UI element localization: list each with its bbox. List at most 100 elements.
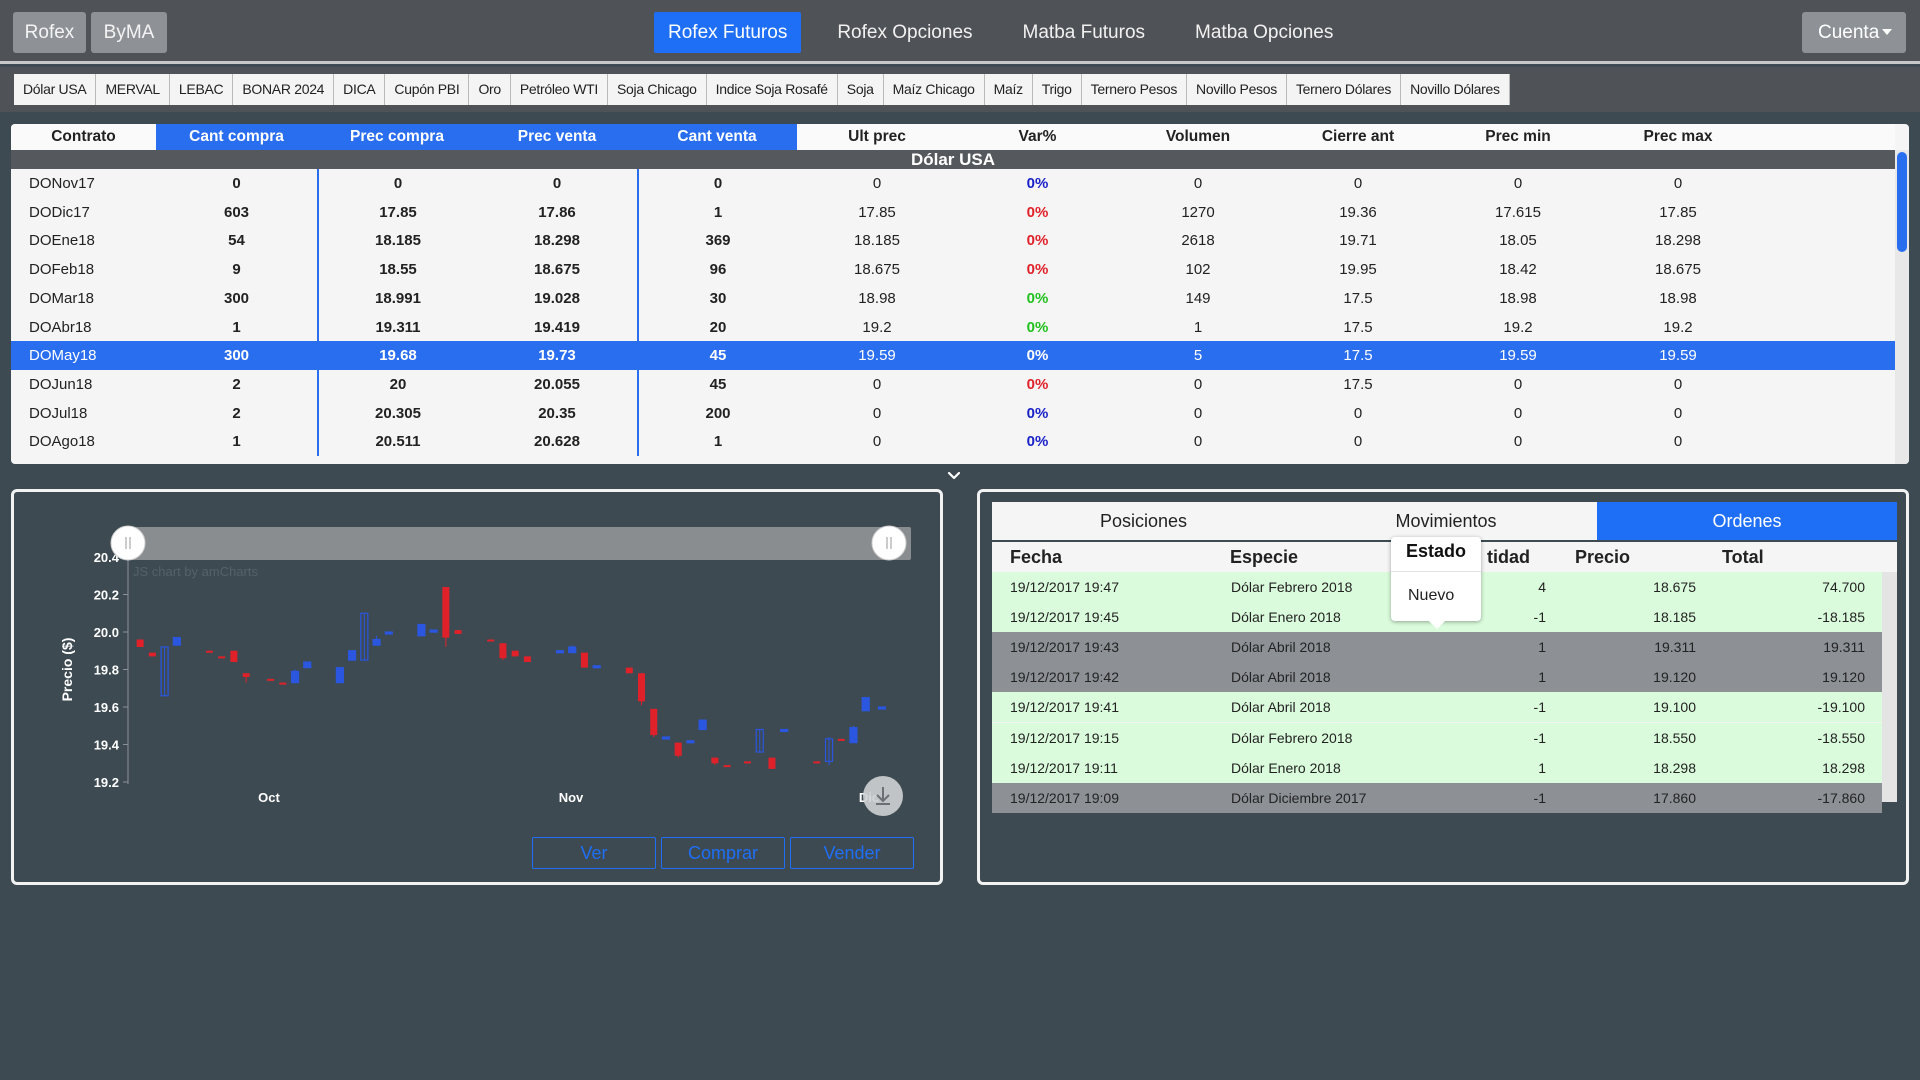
table-row[interactable]: DOEne18 54 18.185 18.298 369 18.185 0% 2618 19.7… (11, 226, 1895, 256)
order-row[interactable]: 19/12/2017 19:42 Dólar Abril 2018 1 19.120 1… (992, 662, 1882, 693)
orders-column-header[interactable]: Precio (1575, 542, 1630, 572)
instrument-tab[interactable]: Oro (469, 74, 511, 105)
instrument-tab[interactable]: LEBAC (170, 74, 234, 105)
vender-button[interactable]: Vender (790, 837, 914, 869)
candle-body[interactable] (218, 656, 226, 659)
candle-body[interactable] (877, 706, 887, 710)
candle-body[interactable] (372, 638, 381, 646)
column-header[interactable]: Prec venta (477, 124, 637, 150)
candle-body[interactable] (837, 738, 845, 741)
tab-posiciones[interactable]: Posiciones (992, 502, 1295, 540)
tab-movimientos[interactable]: Movimientos (1295, 502, 1597, 540)
chart-credit[interactable]: JS chart by amCharts (133, 564, 258, 579)
orders-column-header[interactable]: Especie (1230, 542, 1298, 572)
orders-column-header[interactable]: tidad (1487, 542, 1530, 572)
range-handle-right[interactable] (871, 525, 907, 561)
column-header[interactable]: Volumen (1118, 124, 1278, 150)
instrument-tab[interactable]: Dólar USA (14, 74, 97, 105)
instrument-tab[interactable]: Petróleo WTI (511, 74, 608, 105)
market-button-byma[interactable]: ByMA (91, 12, 167, 53)
instrument-tab[interactable]: Soja Chicago (608, 74, 707, 105)
candle-body[interactable] (780, 728, 789, 733)
candle-body[interactable] (279, 682, 287, 685)
export-button[interactable] (863, 776, 903, 816)
candle-body[interactable] (511, 650, 519, 657)
table-row[interactable]: DOAbr18 1 19.311 19.419 20 19.2 0% 1 17.5 19.2 19.… (11, 312, 1895, 342)
candle-body[interactable] (290, 670, 300, 684)
candle-body[interactable] (335, 667, 344, 684)
candle-body[interactable] (768, 757, 776, 769)
table-scrollbar-thumb[interactable] (1897, 152, 1907, 252)
candle-body[interactable] (625, 667, 633, 674)
candle-body[interactable] (861, 697, 870, 712)
instrument-tab[interactable]: Ternero Dólares (1287, 74, 1402, 105)
order-row[interactable]: 19/12/2017 19:15 Dólar Febrero 2018 -1 18.5… (992, 722, 1882, 753)
candle-body[interactable] (148, 652, 156, 657)
range-scrollbar[interactable] (128, 527, 911, 560)
orders-scrollbar[interactable] (1882, 572, 1897, 802)
column-header[interactable]: Contrato (11, 124, 156, 150)
candle-body[interactable] (136, 639, 144, 648)
candle-body[interactable] (384, 631, 393, 635)
candle-body[interactable] (650, 708, 658, 736)
candle-body[interactable] (686, 740, 695, 744)
candle-body[interactable] (723, 765, 731, 768)
candle-body[interactable] (698, 719, 707, 731)
nav-link-matba-futuros[interactable]: Matba Futuros (1009, 12, 1160, 53)
order-row[interactable]: 19/12/2017 19:09 Dólar Diciembre 2017 -1 17… (992, 782, 1882, 813)
table-row[interactable]: DOAgo18 1 20.511 20.628 1 0 0% 0 0 0 0 (11, 427, 1895, 457)
instrument-tab[interactable]: Trigo (1033, 74, 1082, 105)
ver-button[interactable]: Ver (532, 837, 656, 869)
column-header[interactable]: Var% (957, 124, 1118, 150)
table-row[interactable]: DOMar18 300 18.991 19.028 30 18.98 0% 149 17.5 18… (11, 283, 1895, 313)
range-handle-left[interactable] (110, 525, 146, 561)
candle-body[interactable] (711, 757, 719, 764)
nav-link-matba-opciones[interactable]: Matba Opciones (1181, 12, 1347, 53)
instrument-tab[interactable]: MERVAL (96, 74, 170, 105)
nav-link-rofex-futuros[interactable]: Rofex Futuros (654, 12, 802, 53)
candle-body[interactable] (230, 650, 238, 662)
candle-body[interactable] (568, 646, 577, 654)
instrument-tab[interactable]: BONAR 2024 (233, 74, 335, 105)
market-button-rofex[interactable]: Rofex (13, 12, 86, 53)
candle-body[interactable] (242, 673, 250, 677)
candle-body[interactable] (555, 650, 565, 654)
instrument-tab[interactable]: Maíz Chicago (884, 74, 985, 105)
candle-body[interactable] (592, 665, 601, 669)
table-row[interactable]: DOMay18 300 19.68 19.73 45 19.59 0% 5 17.5 19.59 1… (11, 341, 1895, 371)
instrument-tab[interactable]: Ternero Pesos (1082, 74, 1188, 105)
order-row[interactable]: 19/12/2017 19:43 Dólar Abril 2018 1 19.311 1… (992, 632, 1882, 663)
candle-body[interactable] (267, 678, 275, 681)
table-row[interactable]: DOJul18 2 20.305 20.35 200 0 0% 0 0 0 0 (11, 398, 1895, 428)
candle-body[interactable] (523, 656, 531, 662)
candle-body[interactable] (442, 587, 450, 638)
column-header[interactable]: Cant venta (637, 124, 797, 150)
candle-body[interactable] (813, 761, 821, 764)
candle-body[interactable] (487, 639, 495, 642)
candle-body[interactable] (205, 650, 213, 653)
column-header[interactable]: Prec compra (317, 124, 477, 150)
tab-ordenes[interactable]: Ordenes (1597, 502, 1897, 540)
column-header[interactable]: Prec min (1438, 124, 1598, 150)
candle-body[interactable] (172, 637, 181, 646)
candle-body[interactable] (348, 650, 357, 661)
instrument-tab[interactable]: DICA (334, 74, 386, 105)
candle-body[interactable] (743, 761, 751, 764)
account-dropdown-button[interactable]: Cuenta (1802, 12, 1906, 53)
chevron-down-icon[interactable] (946, 468, 962, 484)
column-header[interactable]: Cant compra (156, 124, 317, 150)
candle-body[interactable] (499, 643, 507, 659)
column-header[interactable]: Ult prec (797, 124, 957, 150)
instrument-tab[interactable]: Novillo Pesos (1187, 74, 1287, 105)
candle-body[interactable] (417, 623, 426, 637)
column-header[interactable]: Cierre ant (1278, 124, 1438, 150)
orders-column-header[interactable]: Total (1722, 542, 1764, 572)
candle-body[interactable] (429, 629, 438, 633)
candle-body[interactable] (674, 742, 682, 756)
candle-body[interactable] (454, 630, 462, 634)
candle-body[interactable] (638, 673, 646, 702)
candle-body[interactable] (661, 736, 671, 740)
instrument-tab[interactable]: Maíz (985, 74, 1033, 105)
table-row[interactable]: DONov17 0 0 0 0 0 0% 0 0 0 0 (11, 169, 1895, 198)
order-row[interactable]: 19/12/2017 19:41 Dólar Abril 2018 -1 19.100… (992, 692, 1882, 723)
